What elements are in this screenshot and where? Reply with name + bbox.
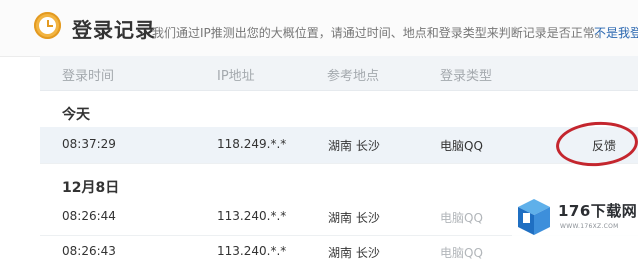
watermark-brand: 176下载网: [558, 202, 638, 220]
column-header-time: 登录时间: [62, 69, 115, 84]
location: 湖南 长沙: [328, 211, 380, 225]
ip-address: 113.240.*.*: [217, 244, 287, 258]
login-type: 电脑QQ: [440, 139, 483, 153]
watermark-url: WWW.176XZ.COM: [560, 223, 619, 230]
cube-logo-icon: [518, 199, 550, 235]
table-header: 登录时间 IP地址 参考地点 登录类型: [40, 56, 638, 91]
column-header-location: 参考地点: [327, 69, 380, 84]
column-header-ip: IP地址: [217, 69, 255, 84]
login-time: 08:26:43: [62, 244, 116, 258]
login-time: 08:37:29: [62, 137, 116, 151]
ip-address: 113.240.*.*: [217, 209, 287, 223]
column-header-type: 登录类型: [440, 69, 493, 84]
not-me-link[interactable]: 不是我登: [594, 24, 638, 41]
group-label-dec-8: 12月8日: [62, 180, 120, 196]
login-time: 08:26:44: [62, 209, 116, 223]
location: 湖南 长沙: [328, 246, 380, 260]
login-type: 电脑QQ: [440, 211, 483, 225]
watermark: 176下载网 WWW.176XZ.COM: [512, 195, 638, 241]
clock-icon: [34, 12, 61, 39]
page-title: 登录记录: [72, 18, 156, 42]
ip-address: 118.249.*.*: [217, 137, 287, 151]
page-header: 登录记录 我们通过IP推测出您的大概位置，请通过时间、地点和登录类型来判断记录是…: [0, 0, 638, 57]
location: 湖南 长沙: [328, 139, 380, 153]
group-label-today: 今天: [62, 107, 90, 123]
table-row: 08:37:29 118.249.*.* 湖南 长沙 电脑QQ 反馈: [40, 127, 638, 164]
page-description: 我们通过IP推测出您的大概位置，请通过时间、地点和登录类型来判断记录是否正常。: [152, 26, 607, 40]
login-type: 电脑QQ: [440, 246, 483, 260]
